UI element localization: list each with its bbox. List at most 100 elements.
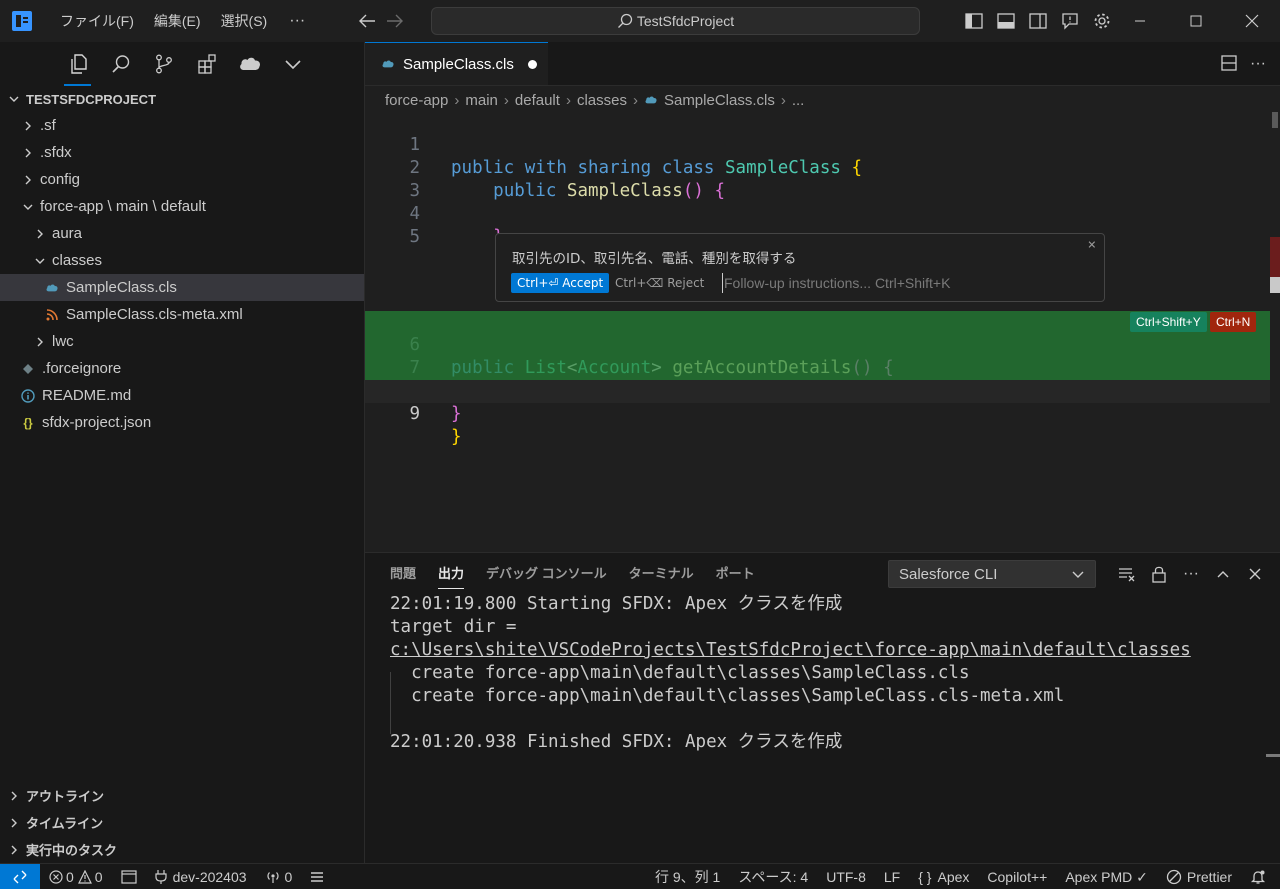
tree-file[interactable]: README.md xyxy=(0,382,364,409)
reject-button[interactable]: Ctrl+⌫ Reject xyxy=(615,273,704,293)
menu-list-icon[interactable] xyxy=(301,864,333,889)
chevron-right-icon xyxy=(32,334,48,350)
code-line-added[interactable]: 6 public List<Account> getAccountDetails… xyxy=(365,311,1270,378)
search-icon[interactable] xyxy=(99,42,142,86)
tab-output[interactable]: 出力 xyxy=(427,553,475,595)
warning-count: 0 xyxy=(94,868,103,885)
prettier-status[interactable]: Prettier xyxy=(1157,864,1241,889)
close-icon[interactable]: × xyxy=(1088,237,1096,253)
clear-output-icon[interactable] xyxy=(1115,562,1139,586)
panel-toggle-icon[interactable] xyxy=(112,864,146,889)
code-line[interactable]: 4 } xyxy=(365,180,1270,247)
tab-ports[interactable]: ポート xyxy=(705,553,766,595)
chevron-down-icon[interactable] xyxy=(271,42,314,86)
chevron-right-icon xyxy=(6,842,22,858)
follow-up-input[interactable]: Follow-up instructions... Ctrl+Shift+K xyxy=(722,273,950,293)
tree-folder[interactable]: .sfdx xyxy=(0,139,364,166)
warning-icon xyxy=(77,869,92,884)
tree-folder[interactable]: classes xyxy=(0,247,364,274)
language-label: Apex xyxy=(937,869,970,885)
code-line-added[interactable]: 7 return [SELECT Id, Name, Phone, Type F… xyxy=(365,334,1270,401)
close-window-button[interactable] xyxy=(1224,0,1280,42)
indentation-status[interactable]: スペース: 4 xyxy=(729,864,817,889)
output-channel-select[interactable]: Salesforce CLI xyxy=(888,560,1096,588)
info-icon xyxy=(20,388,36,404)
source-control-icon[interactable] xyxy=(142,42,185,86)
toggle-primary-sidebar-icon[interactable] xyxy=(958,5,990,37)
tree-file[interactable]: .forceignore xyxy=(0,355,364,382)
tree-item-label: lwc xyxy=(52,333,74,350)
tab-debug-console[interactable]: デバッグ コンソール xyxy=(475,553,618,595)
tree-file[interactable]: {} sfdx-project.json xyxy=(0,409,364,436)
reject-diff-button[interactable]: Ctrl+N xyxy=(1210,312,1257,332)
code-line[interactable]: 1 public with sharing class SampleClass … xyxy=(365,111,1270,178)
tree-file[interactable]: SampleClass.cls xyxy=(0,274,364,301)
maximize-panel-icon[interactable] xyxy=(1211,562,1235,586)
diamond-icon xyxy=(20,361,36,377)
explorer-files-icon[interactable] xyxy=(56,42,99,86)
problems-status[interactable]: 0 0 xyxy=(40,864,112,889)
tree-folder[interactable]: aura xyxy=(0,220,364,247)
chevron-right-icon xyxy=(6,815,22,831)
pmd-status[interactable]: Apex PMD ✓ xyxy=(1056,864,1157,889)
salesforce-cloud-icon[interactable] xyxy=(228,42,271,86)
panel-scrollbar[interactable] xyxy=(1266,754,1280,757)
prohibited-icon xyxy=(1166,869,1182,885)
code-line[interactable]: 3 xyxy=(365,157,1270,201)
tree-item-label: config xyxy=(40,171,81,188)
accept-diff-button[interactable]: Ctrl+Shift+Y xyxy=(1130,312,1207,332)
maximize-button[interactable] xyxy=(1168,0,1224,42)
tree-item-label: sfdx-project.json xyxy=(42,414,152,431)
tree-folder[interactable]: lwc xyxy=(0,328,364,355)
minimize-button[interactable] xyxy=(1112,0,1168,42)
eol-status[interactable]: LF xyxy=(875,864,909,889)
toggle-panel-icon[interactable] xyxy=(990,5,1022,37)
remote-indicator-icon[interactable] xyxy=(0,863,40,889)
accept-button[interactable]: Ctrl+⏎ Accept xyxy=(511,273,610,293)
broadcast-icon xyxy=(266,871,279,883)
close-icon[interactable] xyxy=(1243,562,1267,586)
tree-folder[interactable]: config xyxy=(0,166,364,193)
editor-scrollbar[interactable] xyxy=(1272,112,1278,128)
tree-folder[interactable]: force-app \ main \ default xyxy=(0,193,364,220)
tab-terminal[interactable]: ターミナル xyxy=(618,553,705,595)
command-center-search[interactable]: TestSfdcProject xyxy=(431,7,920,35)
encoding-status[interactable]: UTF-8 xyxy=(817,864,875,889)
inline-chat-prompt: 取引先のID、取引先名、電話、種別を取得する xyxy=(512,251,797,267)
lock-icon[interactable] xyxy=(1147,562,1171,586)
output-path-link[interactable]: c:\Users\shite\VSCodeProjects\TestSfdcPr… xyxy=(390,639,1191,662)
forward-arrow-icon[interactable] xyxy=(381,7,409,35)
running-tasks-section[interactable]: 実行中のタスク xyxy=(0,836,364,863)
code-line[interactable]: 5 xyxy=(365,203,1270,247)
explorer-root-header[interactable]: TESTSFDCPROJECT xyxy=(0,86,364,112)
menu-file[interactable]: ファイル(F) xyxy=(50,6,144,36)
default-org-status[interactable]: dev-202403 xyxy=(146,864,256,889)
prettier-label: Prettier xyxy=(1186,869,1232,885)
tree-folder[interactable]: .sf xyxy=(0,112,364,139)
language-mode[interactable]: { } Apex xyxy=(909,864,978,889)
menu-selection[interactable]: 選択(S) xyxy=(211,6,278,36)
chevron-right-icon xyxy=(20,145,36,161)
code-editor[interactable]: 1 public with sharing class SampleClass … xyxy=(365,42,1270,552)
cursor-position[interactable]: 行 9、列 1 xyxy=(646,864,729,889)
chevron-down-icon xyxy=(20,199,36,215)
extensions-icon[interactable] xyxy=(185,42,228,86)
timeline-section[interactable]: タイムライン xyxy=(0,809,364,836)
code-line-added[interactable]: 8 } xyxy=(365,357,1270,424)
tab-problems[interactable]: 問題 xyxy=(379,553,427,595)
feedback-icon[interactable] xyxy=(1054,5,1086,37)
copilot-status[interactable]: Copilot++ xyxy=(978,864,1056,889)
more-actions-icon[interactable]: ··· xyxy=(1179,562,1203,586)
back-arrow-icon[interactable] xyxy=(353,7,381,35)
plug-icon xyxy=(154,869,167,884)
code-line[interactable]: 2 public SampleClass() { xyxy=(365,134,1270,201)
code-line-current[interactable]: 9 } xyxy=(365,380,1270,447)
menu-more-button[interactable]: ··· xyxy=(277,6,317,36)
toggle-secondary-sidebar-icon[interactable] xyxy=(1022,5,1054,37)
menu-edit[interactable]: 編集(E) xyxy=(144,6,211,36)
notifications-bell-icon[interactable] xyxy=(1241,864,1280,889)
tree-file[interactable]: SampleClass.cls-meta.xml xyxy=(0,301,364,328)
ports-status[interactable]: 0 xyxy=(256,864,302,889)
outline-section[interactable]: アウトライン xyxy=(0,782,364,809)
tree-item-label: .forceignore xyxy=(42,360,122,377)
